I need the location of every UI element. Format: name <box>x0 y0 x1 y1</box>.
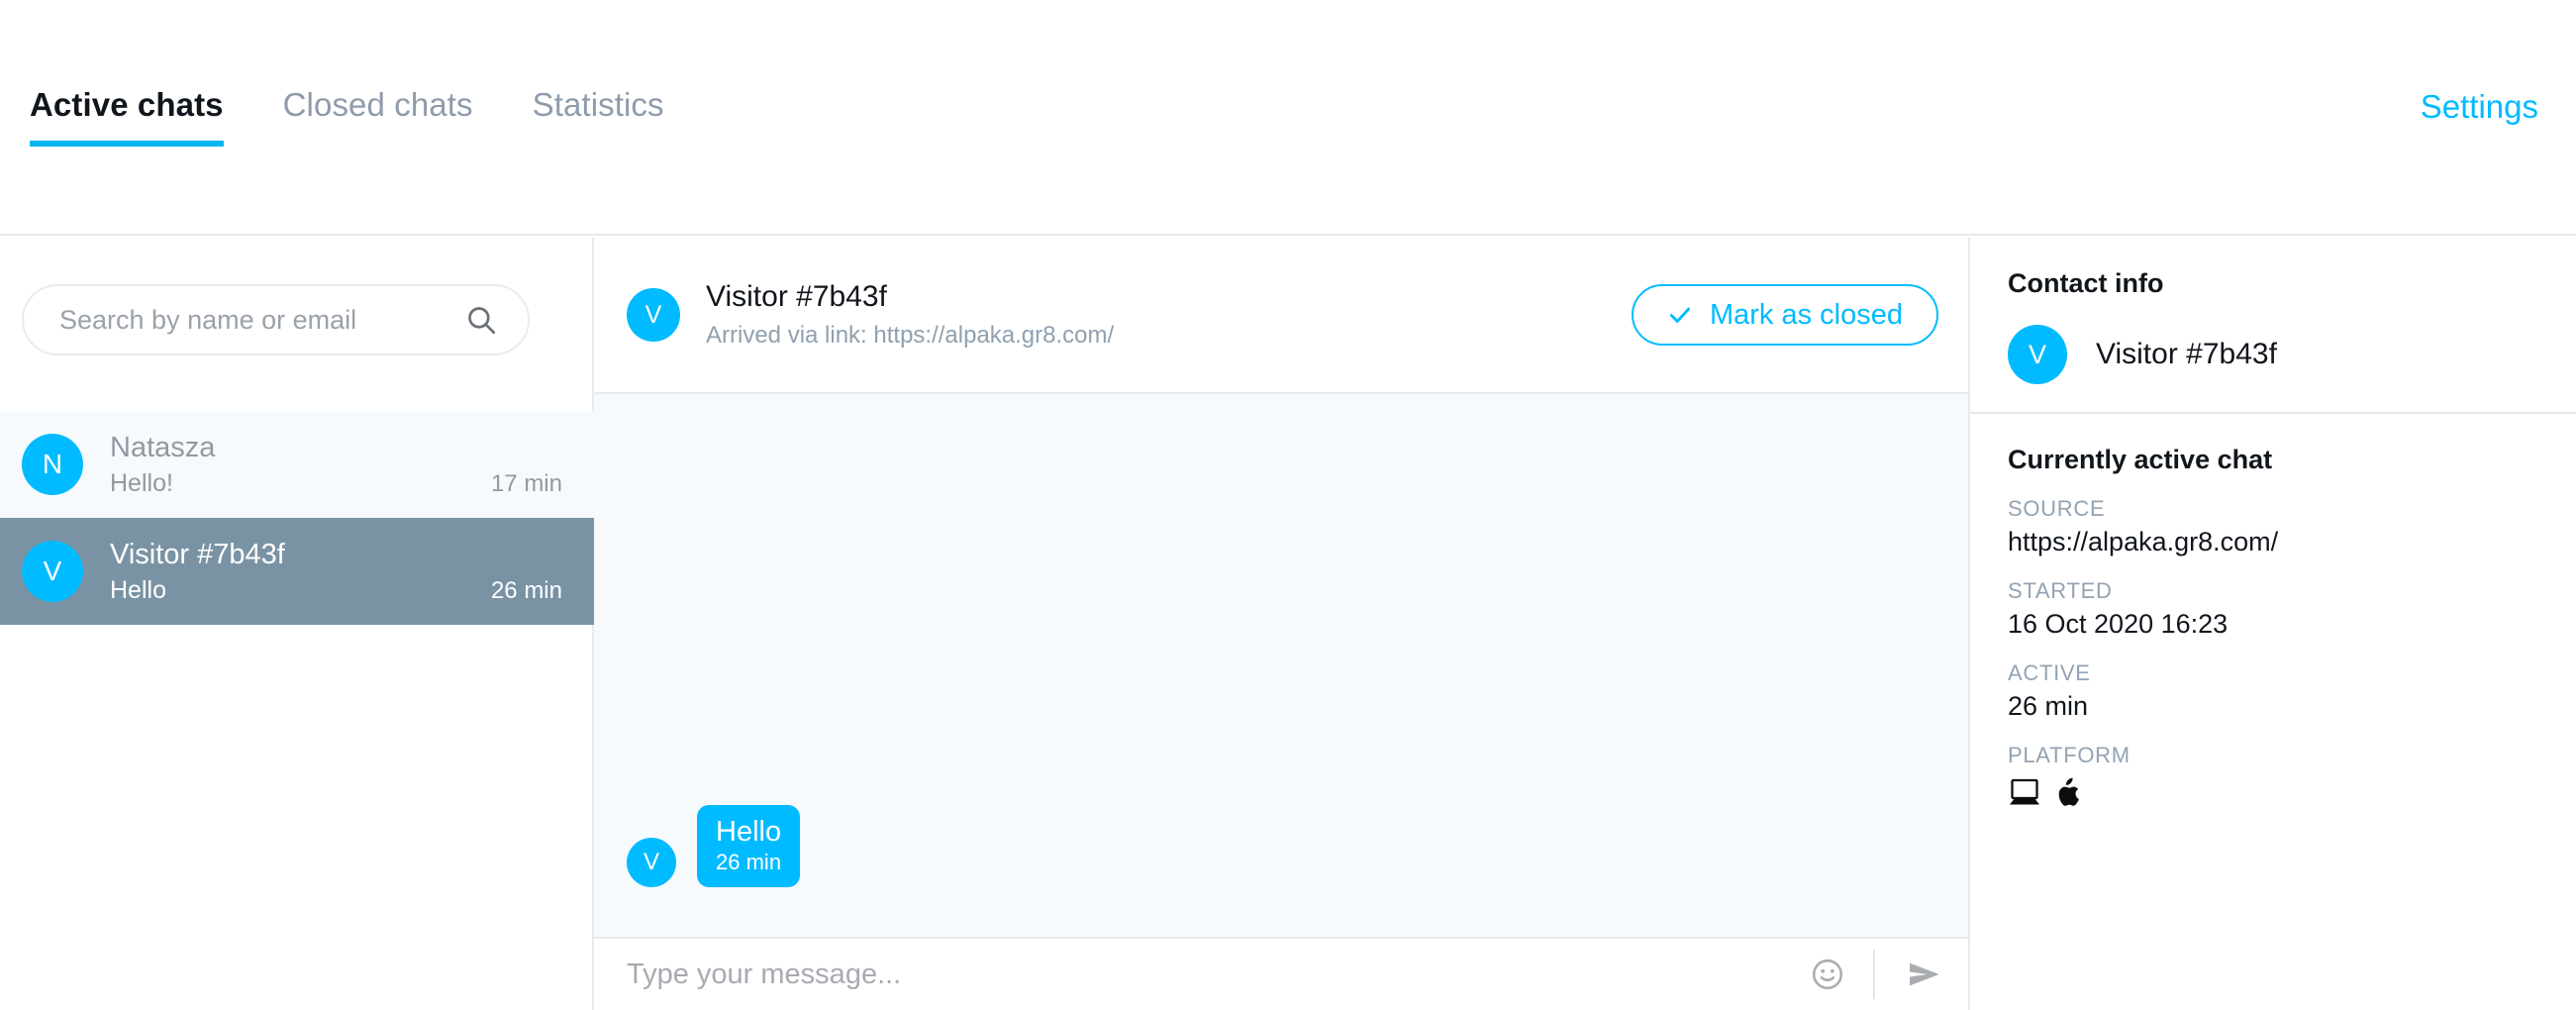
message-composer <box>594 937 1968 1010</box>
avatar-initial: V <box>644 300 662 329</box>
message-text: Hello <box>716 816 782 848</box>
mark-as-closed-button[interactable]: Mark as closed <box>1631 284 1938 346</box>
message-time: 26 min <box>716 850 782 874</box>
avatar-initial: V <box>43 556 62 586</box>
conversation-subtitle: Arrived via link: https://alpaka.gr8.com… <box>706 322 1115 349</box>
tab-active-chats-label: Active chats <box>30 86 224 123</box>
field-platform-label: PLATFORM <box>2008 743 2130 767</box>
avatar: V <box>627 838 676 887</box>
chat-item-bottom-row: Hello! 17 min <box>110 468 562 499</box>
contact-info-panel: Contact info V Visitor #7b43f Currently … <box>1970 238 2576 1010</box>
field-active-value: 26 min <box>2008 691 2089 721</box>
field-started: STARTED 16 Oct 2020 16:23 <box>2008 578 2538 640</box>
live-chat-dashboard: Active chats Closed chats Statistics Set… <box>0 0 2576 1010</box>
conversation-header-meta: Visitor #7b43f Arrived via link: https:/… <box>706 280 1632 350</box>
tab-statistics[interactable]: Statistics <box>533 85 664 147</box>
platform-icon-row <box>2008 777 2538 808</box>
chat-item-meta: Visitor #7b43f Hello 26 min <box>110 538 562 606</box>
active-chat-heading: Currently active chat <box>2008 445 2273 474</box>
avatar: V <box>2008 325 2067 384</box>
message-input[interactable] <box>627 958 1810 991</box>
laptop-icon <box>2010 778 2039 804</box>
field-platform: PLATFORM <box>2008 743 2538 808</box>
emoji-smiley-icon[interactable] <box>1810 957 1845 992</box>
field-source: SOURCE https://alpaka.gr8.com/ <box>2008 496 2538 557</box>
chat-item-snippet: Hello! <box>110 468 173 497</box>
avatar: V <box>627 288 680 342</box>
avatar-initial: N <box>42 449 63 479</box>
chat-item-meta: Natasza Hello! 17 min <box>110 431 562 499</box>
main-content-area: N Natasza Hello! 17 min V <box>0 238 2576 1010</box>
tab-bar: Active chats Closed chats Statistics <box>30 85 664 147</box>
field-started-value: 16 Oct 2020 16:23 <box>2008 609 2229 639</box>
send-arrow-icon[interactable] <box>1903 954 1944 995</box>
chat-item-snippet: Hello <box>110 575 166 604</box>
chat-item-time: 17 min <box>490 469 562 497</box>
message-row: V Hello 26 min <box>627 805 1935 887</box>
active-chat-section: Currently active chat SOURCE https://alp… <box>1970 414 2576 808</box>
chat-list-item-natasza[interactable]: N Natasza Hello! 17 min <box>0 411 594 518</box>
contact-info-heading: Contact info <box>2008 268 2164 298</box>
field-active: ACTIVE 26 min <box>2008 660 2538 722</box>
chat-item-time: 26 min <box>490 576 562 604</box>
mark-as-closed-label: Mark as closed <box>1709 298 1903 331</box>
search-icon[interactable] <box>464 303 498 337</box>
chat-item-bottom-row: Hello 26 min <box>110 575 562 606</box>
message-bubble: Hello 26 min <box>697 805 801 887</box>
avatar: V <box>22 541 83 602</box>
field-started-label: STARTED <box>2008 578 2113 603</box>
search-container <box>22 284 530 355</box>
field-source-value: https://alpaka.gr8.com/ <box>2008 527 2279 556</box>
conversation-header: V Visitor #7b43f Arrived via link: https… <box>594 238 1968 394</box>
avatar-initial: V <box>643 849 659 875</box>
search-box[interactable] <box>22 284 530 355</box>
check-icon <box>1669 307 1691 323</box>
composer-divider <box>1873 950 1875 999</box>
message-list: V Hello 26 min <box>594 394 1968 937</box>
field-active-label: ACTIVE <box>2008 660 2091 685</box>
chat-list-item-visitor-7b43f[interactable]: V Visitor #7b43f Hello 26 min <box>0 518 594 625</box>
conversation-panel: V Visitor #7b43f Arrived via link: https… <box>594 238 1970 1010</box>
search-input[interactable] <box>59 304 464 336</box>
chat-list: N Natasza Hello! 17 min V Visitor #7b43f… <box>0 411 594 625</box>
avatar: N <box>22 434 83 495</box>
contact-name: Visitor #7b43f <box>2096 338 2277 370</box>
top-navigation-bar: Active chats Closed chats Statistics Set… <box>0 0 2576 236</box>
chat-list-sidebar: N Natasza Hello! 17 min V <box>0 238 594 1010</box>
field-source-label: SOURCE <box>2008 496 2106 521</box>
settings-link[interactable]: Settings <box>2421 87 2538 127</box>
chat-item-name: Visitor #7b43f <box>110 538 285 570</box>
tab-closed-chats[interactable]: Closed chats <box>283 85 473 147</box>
chat-item-name: Natasza <box>110 431 216 463</box>
apple-logo-icon <box>2058 777 2079 806</box>
avatar-initial: V <box>2028 339 2046 369</box>
contact-info-section: Contact info V Visitor #7b43f <box>1970 238 2576 412</box>
conversation-title: Visitor #7b43f <box>706 280 887 313</box>
tab-closed-chats-label: Closed chats <box>282 86 473 123</box>
contact-identity-row: V Visitor #7b43f <box>2008 325 2538 384</box>
tab-statistics-label: Statistics <box>532 86 664 123</box>
tab-active-chats[interactable]: Active chats <box>30 85 224 147</box>
